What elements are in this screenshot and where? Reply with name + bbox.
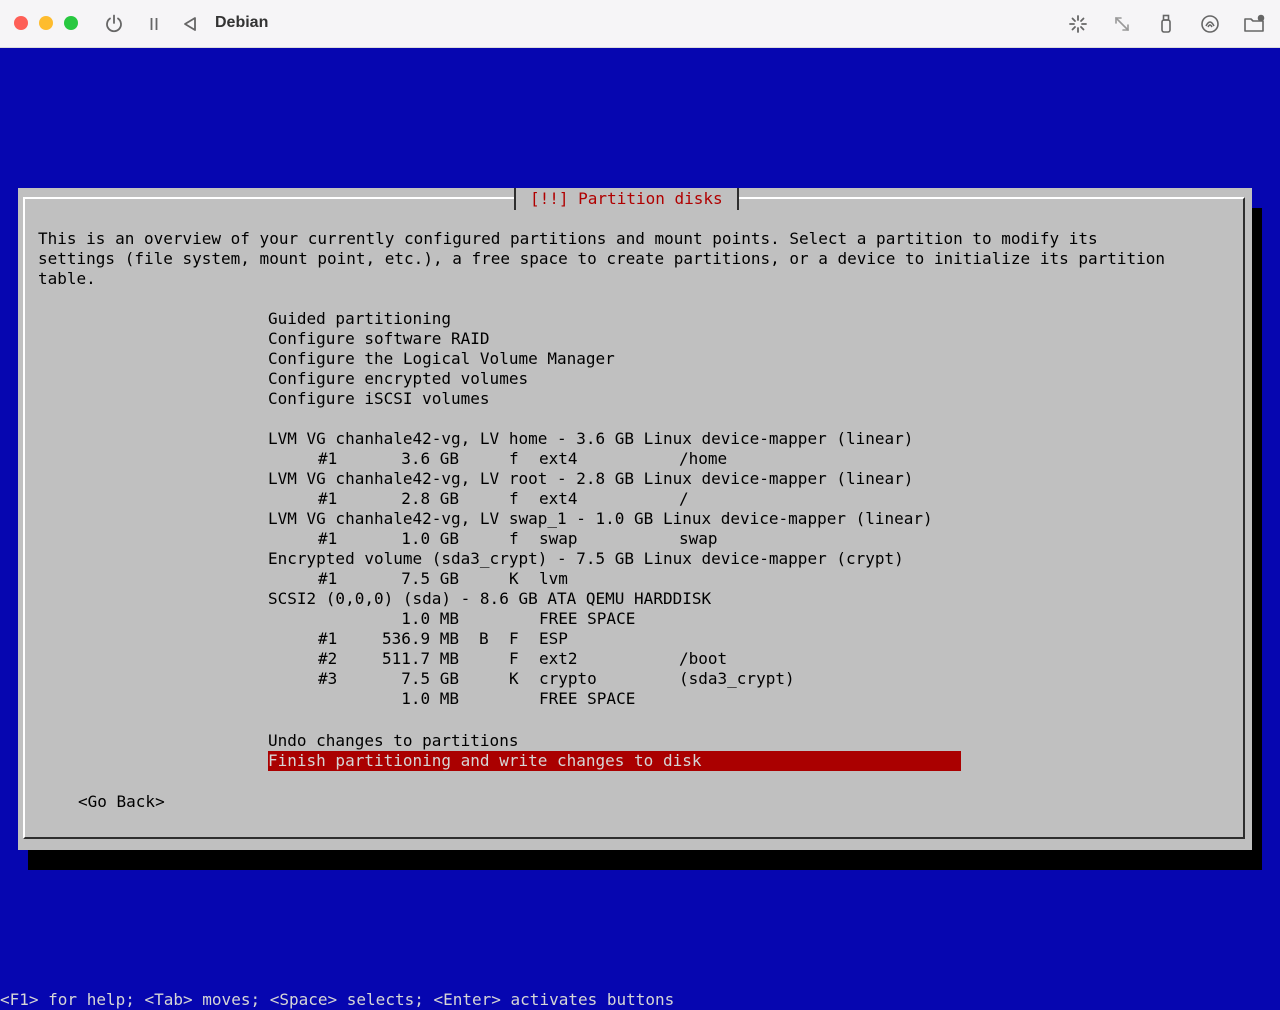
resize-icon[interactable]	[1110, 12, 1134, 36]
partition-flag: F	[509, 649, 519, 668]
partition-number: #1	[318, 569, 338, 588]
partition-number: #2	[318, 649, 338, 668]
partition-mountpoint: swap	[679, 529, 718, 548]
option-software-raid[interactable]: Configure software RAID	[268, 329, 490, 349]
close-button[interactable]	[14, 16, 28, 30]
partition-size: 1.0 MB	[401, 689, 459, 708]
partition-disks-dialog: [!!] Partition disks This is an overview…	[18, 188, 1252, 850]
partition-size: 1.0 MB	[401, 609, 459, 628]
partition-size: 1.0 GB	[401, 529, 459, 548]
dialog-title: [!!] Partition disks	[514, 188, 739, 210]
partition-flag: B	[479, 629, 489, 648]
audio-icon[interactable]	[1198, 12, 1222, 36]
device-header[interactable]: Encrypted volume (sda3_crypt) - 7.5 GB L…	[268, 549, 904, 569]
partition-filesystem: lvm	[539, 569, 568, 588]
usb-icon[interactable]	[1154, 12, 1178, 36]
window-titlebar: Debian	[0, 0, 1280, 48]
device-header[interactable]: LVM VG chanhale42-vg, LV swap_1 - 1.0 GB…	[268, 509, 933, 529]
partition-flag: f	[509, 529, 519, 548]
undo-changes-option[interactable]: Undo changes to partitions	[268, 731, 518, 751]
partition-mountpoint: /home	[679, 449, 728, 468]
partition-number: #1	[318, 449, 338, 468]
partition-size: 536.9 MB	[381, 629, 459, 648]
window-title: Debian	[215, 14, 269, 31]
partition-size: 7.5 GB	[401, 569, 459, 588]
option-encrypted-volumes[interactable]: Configure encrypted volumes	[268, 369, 528, 389]
brightness-icon[interactable]	[1066, 12, 1090, 36]
partition-size: 2.8 GB	[401, 489, 459, 508]
device-header[interactable]: LVM VG chanhale42-vg, LV home - 3.6 GB L…	[268, 429, 913, 449]
partition-filesystem: swap	[539, 529, 578, 548]
partition-size: 7.5 GB	[401, 669, 459, 688]
zoom-button[interactable]	[64, 16, 78, 30]
partition-number: #1	[318, 629, 338, 648]
partition-filesystem: ext2	[539, 649, 578, 668]
device-header[interactable]: LVM VG chanhale42-vg, LV root - 2.8 GB L…	[268, 469, 913, 489]
partition-filesystem: ESP	[539, 629, 568, 648]
partition-flag: f	[509, 449, 519, 468]
partition-flag: K	[509, 669, 519, 688]
finish-partitioning-option[interactable]: Finish partitioning and write changes to…	[268, 751, 961, 771]
intro-text-line: table.	[38, 269, 96, 288]
option-lvm[interactable]: Configure the Logical Volume Manager	[268, 349, 615, 369]
partition-number: #3	[318, 669, 338, 688]
partition-size: 511.7 MB	[381, 649, 459, 668]
device-header[interactable]: SCSI2 (0,0,0) (sda) - 8.6 GB ATA QEMU HA…	[268, 589, 711, 609]
status-bar: <F1> for help; <Tab> moves; <Space> sele…	[0, 990, 675, 1009]
partition-mountpoint: (sda3_crypt)	[679, 669, 795, 688]
partition-number: #1	[318, 529, 338, 548]
power-icon[interactable]	[102, 12, 126, 36]
folder-icon[interactable]	[1242, 12, 1266, 36]
back-icon[interactable]	[178, 12, 202, 36]
partition-flag: F	[509, 629, 519, 648]
partition-filesystem: FREE SPACE	[539, 689, 636, 708]
pause-icon[interactable]	[142, 12, 166, 36]
minimize-button[interactable]	[39, 16, 53, 30]
partition-filesystem: ext4	[539, 489, 578, 508]
partition-number: #1	[318, 489, 338, 508]
intro-text-line: This is an overview of your currently co…	[38, 229, 1098, 248]
option-guided-partitioning[interactable]: Guided partitioning	[268, 309, 451, 329]
partition-filesystem: ext4	[539, 449, 578, 468]
partition-size: 3.6 GB	[401, 449, 459, 468]
partition-filesystem: FREE SPACE	[539, 609, 636, 628]
go-back-button[interactable]: <Go Back>	[78, 792, 165, 812]
partition-flag: K	[509, 569, 519, 588]
partition-mountpoint: /	[679, 489, 689, 508]
partition-mountpoint: /boot	[679, 649, 728, 668]
partition-flag: f	[509, 489, 519, 508]
option-iscsi-volumes[interactable]: Configure iSCSI volumes	[268, 389, 490, 409]
partition-filesystem: crypto	[539, 669, 597, 688]
intro-text-line: settings (file system, mount point, etc.…	[38, 249, 1166, 268]
